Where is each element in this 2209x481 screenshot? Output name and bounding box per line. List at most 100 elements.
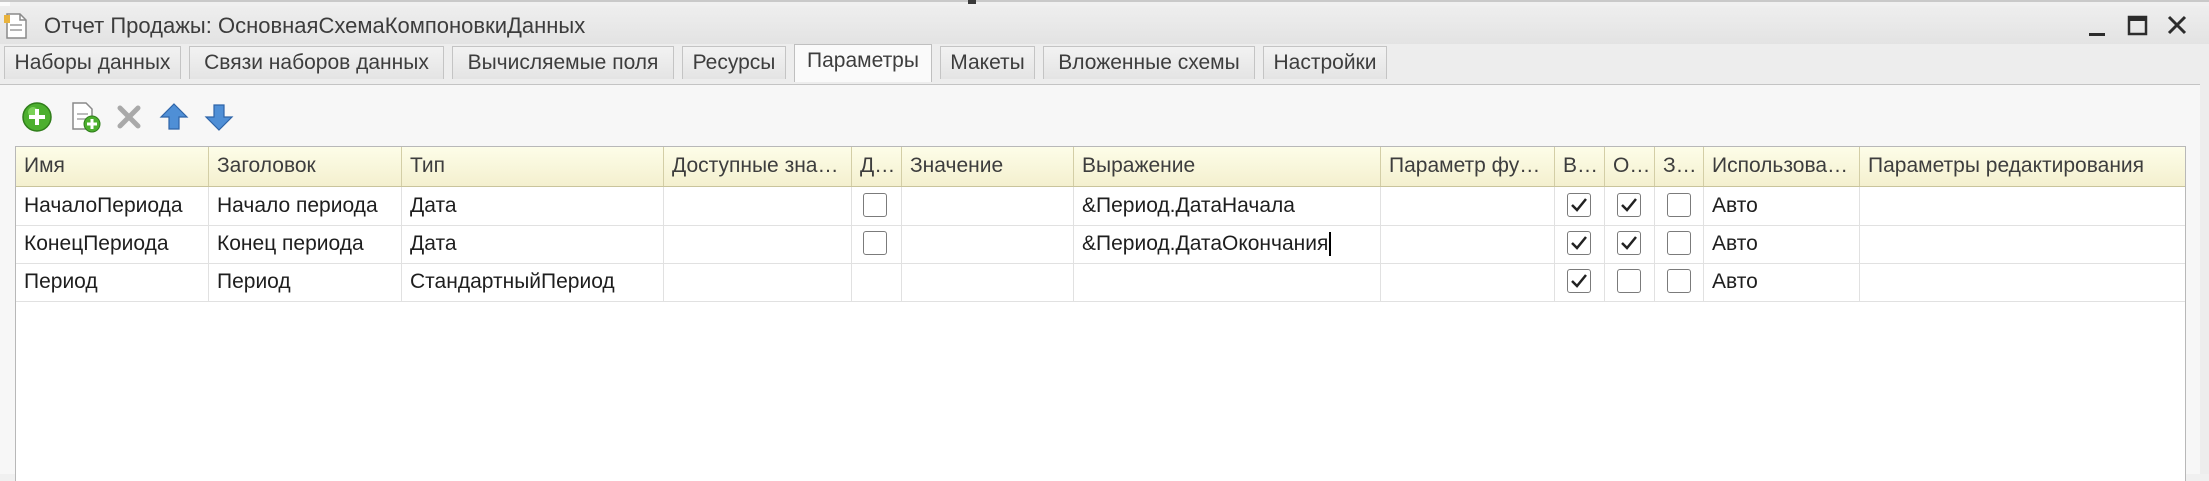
v-checkbox[interactable] bbox=[1567, 231, 1591, 255]
title-bar[interactable]: Отчет Продажы: ОсновнаяСхемаКомпоновкиДа… bbox=[0, 6, 2209, 44]
cell-d[interactable] bbox=[852, 263, 902, 301]
cell-func-param[interactable] bbox=[1381, 187, 1555, 225]
checkmark-icon bbox=[1621, 198, 1637, 212]
tab-settings[interactable]: Настройки bbox=[1263, 46, 1387, 79]
checkmark-icon bbox=[1571, 274, 1587, 288]
cell-type[interactable]: СтандартныйПериод bbox=[402, 263, 664, 301]
column-header-name[interactable]: Имя bbox=[16, 147, 209, 186]
column-header-edit-params[interactable]: Параметры редактирования bbox=[1860, 147, 2185, 186]
column-header-value[interactable]: Значение bbox=[902, 147, 1074, 186]
o-checkbox[interactable] bbox=[1617, 231, 1641, 255]
column-header-usage[interactable]: Использова… bbox=[1704, 147, 1860, 186]
tab-nested-schemas[interactable]: Вложенные схемы bbox=[1043, 46, 1255, 79]
column-header-expression[interactable]: Выражение bbox=[1074, 147, 1381, 186]
tab-calculated-fields[interactable]: Вычисляемые поля bbox=[452, 46, 674, 79]
column-header-type[interactable]: Тип bbox=[402, 147, 664, 186]
tab-dataset-links[interactable]: Связи наборов данных bbox=[189, 46, 444, 79]
screen-top-mark bbox=[968, 0, 976, 4]
cell-title[interactable]: Конец периода bbox=[209, 225, 402, 263]
cell-name[interactable]: КонецПериода bbox=[16, 225, 209, 263]
cell-o[interactable] bbox=[1605, 187, 1655, 225]
report-window: Отчет Продажы: ОсновнаяСхемаКомпоновкиДа… bbox=[0, 6, 2209, 481]
cell-value[interactable] bbox=[902, 225, 1074, 263]
table-row[interactable]: КонецПериода Конец периода Дата &Период.… bbox=[16, 225, 2185, 264]
cell-available-values[interactable] bbox=[664, 187, 852, 225]
copy-icon[interactable] bbox=[68, 100, 102, 134]
expression-input-text[interactable]: &Период.ДатаОкончания bbox=[1082, 232, 1328, 255]
column-header-v[interactable]: В… bbox=[1555, 147, 1605, 186]
move-down-icon[interactable] bbox=[202, 100, 236, 134]
checkmark-icon bbox=[1571, 198, 1587, 212]
table-row[interactable]: Период Период СтандартныйПериод Авто bbox=[16, 263, 2185, 302]
cell-available-values[interactable] bbox=[664, 225, 852, 263]
checkmark-icon bbox=[1621, 236, 1637, 250]
z-checkbox[interactable] bbox=[1667, 193, 1691, 217]
cell-v[interactable] bbox=[1555, 187, 1605, 225]
close-button[interactable] bbox=[2160, 12, 2194, 40]
tab-parameters[interactable]: Параметры bbox=[794, 44, 932, 82]
column-header-title[interactable]: Заголовок bbox=[209, 147, 402, 186]
cell-edit-params[interactable] bbox=[1860, 187, 2185, 225]
column-header-func-param[interactable]: Параметр фу… bbox=[1381, 147, 1555, 186]
v-checkbox[interactable] bbox=[1567, 269, 1591, 293]
o-checkbox[interactable] bbox=[1617, 269, 1641, 293]
cell-value[interactable] bbox=[902, 263, 1074, 301]
o-checkbox[interactable] bbox=[1617, 193, 1641, 217]
tab-datasets[interactable]: Наборы данных bbox=[4, 46, 181, 79]
column-header-o[interactable]: О… bbox=[1605, 147, 1655, 186]
tab-strip: Наборы данных Связи наборов данных Вычис… bbox=[0, 44, 2200, 84]
cell-name[interactable]: НачалоПериода bbox=[16, 187, 209, 225]
table-header: Имя Заголовок Тип Доступные зна… Д… Знач… bbox=[16, 147, 2185, 187]
cell-title[interactable]: Начало периода bbox=[209, 187, 402, 225]
cell-o[interactable] bbox=[1605, 225, 1655, 263]
cell-usage[interactable]: Авто bbox=[1704, 187, 1860, 225]
cell-expression[interactable] bbox=[1074, 263, 1381, 301]
z-checkbox[interactable] bbox=[1667, 269, 1691, 293]
window-title: Отчет Продажы: ОсновнаяСхемаКомпоновкиДа… bbox=[44, 13, 586, 38]
cell-v[interactable] bbox=[1555, 263, 1605, 301]
cell-usage[interactable]: Авто bbox=[1704, 263, 1860, 301]
move-up-icon[interactable] bbox=[157, 100, 191, 134]
cell-v[interactable] bbox=[1555, 225, 1605, 263]
maximize-button[interactable] bbox=[2120, 12, 2154, 40]
tab-resources[interactable]: Ресурсы bbox=[682, 46, 786, 79]
cell-available-values[interactable] bbox=[664, 263, 852, 301]
cell-name[interactable]: Период bbox=[16, 263, 209, 301]
cell-z[interactable] bbox=[1655, 225, 1704, 263]
screen-top-border bbox=[0, 0, 2209, 2]
d-checkbox[interactable] bbox=[863, 193, 887, 217]
cell-edit-params[interactable] bbox=[1860, 225, 2185, 263]
column-header-available-values[interactable]: Доступные зна… bbox=[664, 147, 852, 186]
cell-expression-editing[interactable]: &Период.ДатаОкончания bbox=[1074, 225, 1381, 263]
cell-z[interactable] bbox=[1655, 263, 1704, 301]
cell-o[interactable] bbox=[1605, 263, 1655, 301]
z-checkbox[interactable] bbox=[1667, 231, 1691, 255]
document-icon bbox=[4, 12, 30, 40]
cell-type[interactable]: Дата bbox=[402, 187, 664, 225]
cell-d[interactable] bbox=[852, 225, 902, 263]
cell-type[interactable]: Дата bbox=[402, 225, 664, 263]
table-row[interactable]: НачалоПериода Начало периода Дата &Перио… bbox=[16, 187, 2185, 226]
d-checkbox[interactable] bbox=[863, 231, 887, 255]
text-cursor bbox=[1329, 232, 1332, 257]
maximize-icon bbox=[2127, 15, 2148, 36]
checkmark-icon bbox=[1571, 236, 1587, 250]
cell-z[interactable] bbox=[1655, 187, 1704, 225]
minimize-icon bbox=[2089, 33, 2105, 36]
cell-value[interactable] bbox=[902, 187, 1074, 225]
cell-title[interactable]: Период bbox=[209, 263, 402, 301]
column-header-d[interactable]: Д… bbox=[852, 147, 902, 186]
cell-usage[interactable]: Авто bbox=[1704, 225, 1860, 263]
add-icon[interactable] bbox=[20, 100, 54, 134]
minimize-button[interactable] bbox=[2080, 12, 2114, 40]
v-checkbox[interactable] bbox=[1567, 193, 1591, 217]
cell-func-param[interactable] bbox=[1381, 263, 1555, 301]
tab-templates[interactable]: Макеты bbox=[940, 46, 1035, 79]
delete-icon[interactable] bbox=[112, 100, 146, 134]
cell-func-param[interactable] bbox=[1381, 225, 1555, 263]
column-header-z[interactable]: З… bbox=[1655, 147, 1704, 186]
cell-expression[interactable]: &Период.ДатаНачала bbox=[1074, 187, 1381, 225]
cell-d[interactable] bbox=[852, 187, 902, 225]
parameters-table[interactable]: Имя Заголовок Тип Доступные зна… Д… Знач… bbox=[15, 146, 2186, 481]
cell-edit-params[interactable] bbox=[1860, 263, 2185, 301]
